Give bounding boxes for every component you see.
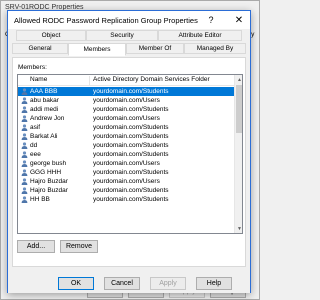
list-header: Name Active Directory Domain Services Fo… [18, 75, 242, 86]
list-rows: AAA BBB yourdomain.com/Students abu bakar y… [18, 87, 234, 204]
member-folder: yourdomain.com/Students [93, 132, 169, 140]
user-icon [21, 133, 28, 140]
member-folder: yourdomain.com/Students [93, 150, 169, 158]
member-folder: yourdomain.com/Students [93, 123, 169, 131]
scroll-thumb[interactable] [236, 85, 242, 133]
member-folder: yourdomain.com/Students [93, 168, 169, 176]
member-name: HH BB [30, 195, 50, 203]
member-name: eee [30, 150, 41, 158]
table-row[interactable]: asif yourdomain.com/Students [18, 123, 234, 132]
user-icon [21, 196, 28, 203]
close-icon[interactable]: ✕ [232, 13, 246, 27]
group-properties-dialog: Allowed RODC Password Replication Group … [7, 10, 251, 293]
member-name: asif [30, 123, 41, 131]
user-icon [21, 97, 28, 104]
user-icon [21, 124, 28, 131]
member-name: AAA BBB [30, 87, 58, 95]
user-icon [21, 115, 28, 122]
table-row[interactable]: Hajro Buzdar yourdomain.com/Users [18, 177, 234, 186]
help-icon[interactable]: ? [204, 13, 218, 27]
member-folder: yourdomain.com/Students [93, 186, 169, 194]
member-folder: yourdomain.com/Users [93, 159, 160, 167]
add-button[interactable]: Add... [17, 240, 55, 253]
member-folder: yourdomain.com/Users [93, 177, 160, 185]
tab-object[interactable]: Object [16, 30, 86, 41]
tab-managed-by[interactable]: Managed By [184, 43, 246, 54]
remove-button[interactable]: Remove [60, 240, 98, 253]
table-row[interactable]: addi medi yourdomain.com/Students [18, 105, 234, 114]
cancel-button[interactable]: Cancel [104, 277, 140, 290]
tab-row-top: Object Security Attribute Editor [12, 30, 246, 41]
table-row[interactable]: HH BB yourdomain.com/Students [18, 195, 234, 204]
user-icon [21, 187, 28, 194]
table-row[interactable]: Hajro Buzdar yourdomain.com/Students [18, 186, 234, 195]
column-divider[interactable] [89, 76, 90, 85]
member-name: Andrew Jon [30, 114, 65, 122]
tab-member-of[interactable]: Member Of [126, 43, 184, 54]
user-icon [21, 178, 28, 185]
user-icon [21, 88, 28, 95]
tab-attribute-editor[interactable]: Attribute Editor [158, 30, 242, 41]
apply-button[interactable]: Apply [150, 277, 186, 290]
user-icon [21, 142, 28, 149]
members-panel: Members: Name Active Directory Domain Se… [12, 57, 246, 267]
tab-members[interactable]: Members [68, 43, 126, 56]
user-icon [21, 160, 28, 167]
table-row[interactable]: eee yourdomain.com/Students [18, 150, 234, 159]
dialog-title: Allowed RODC Password Replication Group … [14, 16, 198, 25]
user-icon [21, 106, 28, 113]
tab-security[interactable]: Security [86, 30, 158, 41]
member-folder: yourdomain.com/Students [93, 141, 169, 149]
member-folder: yourdomain.com/Students [93, 87, 169, 95]
member-name: Barkat Ali [30, 132, 58, 140]
member-folder: yourdomain.com/Users [93, 96, 160, 104]
column-header-name[interactable]: Name [30, 76, 47, 83]
user-icon [21, 151, 28, 158]
user-icon [21, 169, 28, 176]
tab-general[interactable]: General [12, 43, 68, 54]
member-name: george bush [30, 159, 67, 167]
member-name: GGG HHH [30, 168, 62, 176]
vertical-scrollbar[interactable]: ▲ ▼ [234, 75, 242, 233]
table-row[interactable]: george bush yourdomain.com/Users [18, 159, 234, 168]
member-name: Hajro Buzdar [30, 177, 68, 185]
ok-button[interactable]: OK [58, 277, 94, 290]
scroll-up-icon[interactable]: ▲ [235, 75, 242, 84]
members-label: Members: [18, 64, 47, 71]
tab-row-bottom: General Members Member Of Managed By [12, 43, 246, 56]
table-row[interactable]: Barkat Ali yourdomain.com/Students [18, 132, 234, 141]
table-row[interactable]: dd yourdomain.com/Students [18, 141, 234, 150]
member-folder: yourdomain.com/Users [93, 114, 160, 122]
table-row[interactable]: AAA BBB yourdomain.com/Students [18, 87, 234, 96]
table-row[interactable]: abu bakar yourdomain.com/Users [18, 96, 234, 105]
dialog-body: Object Security Attribute Editor General… [8, 29, 250, 293]
table-row[interactable]: Andrew Jon yourdomain.com/Users [18, 114, 234, 123]
dialog-titlebar: Allowed RODC Password Replication Group … [8, 11, 250, 29]
help-button[interactable]: Help [196, 277, 232, 290]
member-name: addi medi [30, 105, 59, 113]
member-name: dd [30, 141, 38, 149]
column-header-folder[interactable]: Active Directory Domain Services Folder [93, 76, 210, 83]
members-list[interactable]: Name Active Directory Domain Services Fo… [17, 74, 243, 234]
member-folder: yourdomain.com/Students [93, 195, 169, 203]
table-row[interactable]: GGG HHH yourdomain.com/Students [18, 168, 234, 177]
member-name: Hajro Buzdar [30, 186, 68, 194]
member-name: abu bakar [30, 96, 59, 104]
member-folder: yourdomain.com/Students [93, 105, 169, 113]
scroll-down-icon[interactable]: ▼ [235, 224, 242, 233]
